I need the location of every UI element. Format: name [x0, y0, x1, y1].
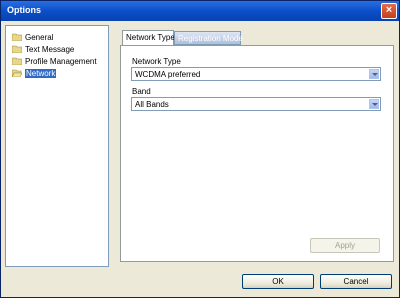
open-folder-icon — [12, 69, 22, 77]
folder-icon — [12, 33, 22, 41]
network-type-select[interactable]: WCDMA preferred — [131, 67, 381, 81]
tree-item-general[interactable]: General — [12, 31, 53, 43]
window-title: Options — [7, 5, 41, 15]
tree-item-network[interactable]: Network — [12, 67, 57, 79]
ok-button[interactable]: OK — [242, 274, 314, 289]
options-tree: General Text Message Profile Management … — [5, 25, 109, 267]
folder-icon — [12, 57, 22, 65]
tree-item-text-message[interactable]: Text Message — [12, 43, 74, 55]
network-type-label: Network Type — [132, 57, 181, 66]
tree-item-profile-management[interactable]: Profile Management — [12, 55, 97, 67]
chevron-down-icon[interactable] — [369, 69, 379, 79]
chevron-down-icon[interactable] — [369, 99, 379, 109]
tab-registration-mode[interactable]: Registration Mode — [174, 31, 243, 45]
title-bar[interactable]: Options × — [1, 1, 399, 21]
cancel-button[interactable]: Cancel — [320, 274, 392, 289]
band-value: All Bands — [135, 100, 169, 109]
options-window: Options × General Text Message Profile M… — [0, 0, 400, 298]
folder-icon — [12, 45, 22, 53]
network-type-value: WCDMA preferred — [135, 70, 201, 79]
band-label: Band — [132, 87, 151, 96]
close-icon: × — [385, 4, 393, 16]
tab-network-type[interactable]: Network Type — [122, 30, 175, 45]
close-button[interactable]: × — [381, 3, 397, 19]
tree-item-label: Text Message — [25, 44, 75, 54]
tree-item-label: Network — [25, 68, 57, 78]
band-select[interactable]: All Bands — [131, 97, 381, 111]
tree-item-label: Profile Management — [25, 56, 97, 66]
apply-button[interactable]: Apply — [310, 238, 380, 253]
tree-item-label: General — [25, 32, 54, 42]
